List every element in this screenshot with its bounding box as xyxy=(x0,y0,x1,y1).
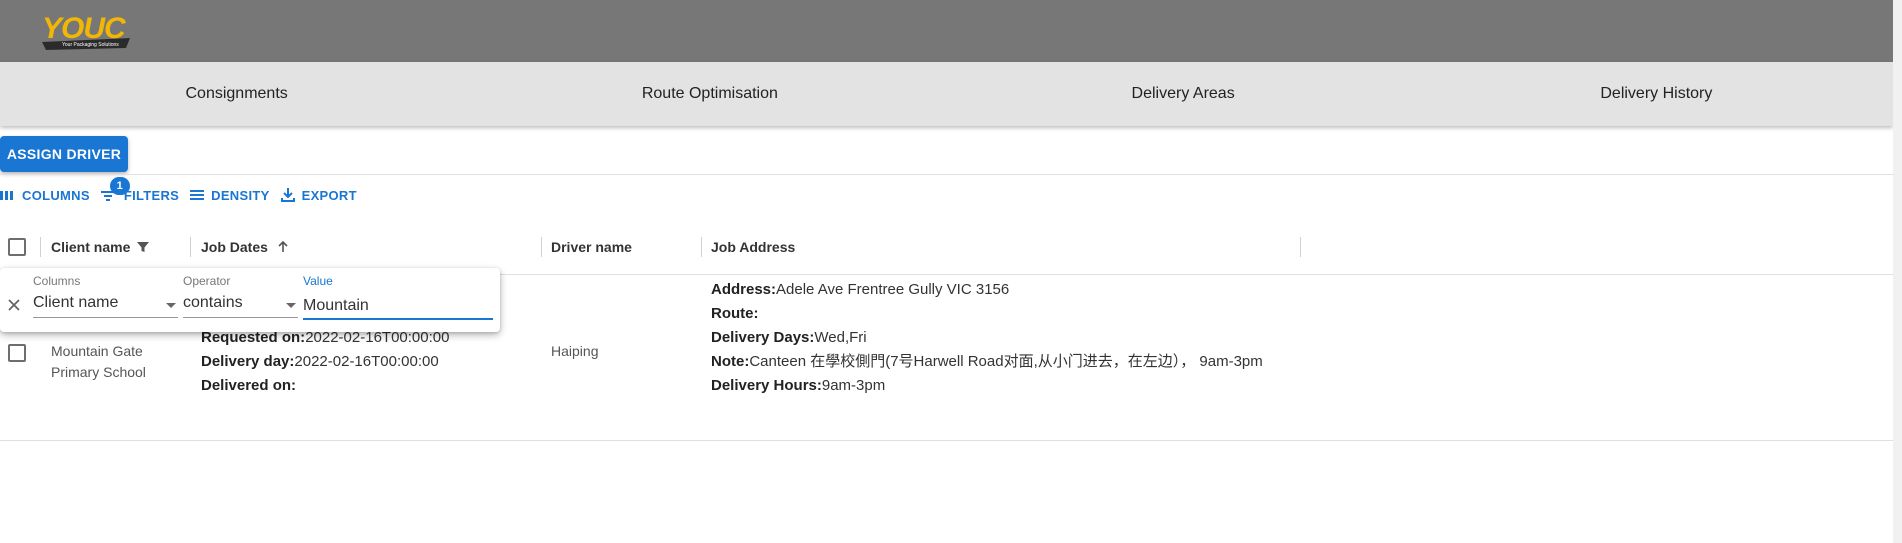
grid-toolbar: COLUMNS 1 FILTERS DENSITY EXPORT xyxy=(0,177,367,207)
delivery-days-label: Delivery Days: xyxy=(711,329,815,346)
arrow-up-sort-icon[interactable] xyxy=(276,240,290,254)
address-value: Adele Ave Frentree Gully VIC 3156 xyxy=(776,281,1010,298)
job-dates-cell: Requested on:2022-02-16T00:00:00 Deliver… xyxy=(201,326,449,398)
delivery-day-line: Delivery day:2022-02-16T00:00:00 xyxy=(201,350,449,374)
column-separator[interactable] xyxy=(701,237,702,257)
filter-operator-field: Operator contains xyxy=(183,274,298,318)
row-select-cell xyxy=(8,344,26,362)
note-value: Canteen 在學校側門(7号Harwell Road对面,从小门进去，在左边… xyxy=(749,353,1263,370)
job-dates-header-label: Job Dates xyxy=(201,239,268,255)
delivery-days-value: Wed,Fri xyxy=(814,329,867,346)
filters-label: FILTERS xyxy=(123,187,180,203)
export-label: EXPORT xyxy=(301,187,357,203)
columns-label: COLUMNS xyxy=(22,187,90,203)
svg-text:YOUC: YOUC xyxy=(42,12,127,45)
note-label: Note: xyxy=(711,353,750,370)
delivered-on-line: Delivered on: xyxy=(201,374,449,398)
client-name-line: Primary School xyxy=(51,364,146,380)
filter-count-badge: 1 xyxy=(109,177,130,195)
filter-value-label: Value xyxy=(303,274,333,288)
delivery-days-line: Delivery Days: Wed,Fri xyxy=(711,326,1281,350)
filter-operator-select[interactable]: contains xyxy=(183,294,298,318)
app-header: YOUC Your Packaging Solutions xyxy=(0,0,1893,62)
column-header-driver-name[interactable]: Driver name xyxy=(551,219,632,275)
client-name-header-label: Client name xyxy=(51,239,131,255)
column-header-job-address[interactable]: Job Address xyxy=(711,219,795,275)
filter-columns-value: Client name xyxy=(33,294,119,311)
delivery-day-label: Delivery day: xyxy=(201,353,295,370)
nav-consignments[interactable]: Consignments xyxy=(0,62,473,126)
client-name-cell: Mountain Gate Primary School xyxy=(51,341,146,383)
density-label: DENSITY xyxy=(211,187,270,203)
filters-button[interactable]: 1 FILTERS xyxy=(100,177,180,203)
filter-columns-label: Columns xyxy=(33,274,81,288)
filter-value-input[interactable] xyxy=(303,294,493,320)
filter-columns-select[interactable]: Client name xyxy=(33,294,178,318)
page-scrollbar[interactable] xyxy=(1893,0,1902,543)
brand-logo[interactable]: YOUC Your Packaging Solutions xyxy=(38,8,134,50)
address-label: Address: xyxy=(711,281,777,298)
job-address-cell: Address: Adele Ave Frentree Gully VIC 315… xyxy=(711,278,1281,398)
nav-delivery-areas[interactable]: Delivery Areas xyxy=(947,62,1420,126)
filter-value-field: Value xyxy=(303,274,493,320)
main-nav: Consignments Route Optimisation Delivery… xyxy=(0,62,1893,126)
address-line: Address: Adele Ave Frentree Gully VIC 315… xyxy=(711,278,1281,302)
svg-text:Your Packaging Solutions: Your Packaging Solutions xyxy=(62,42,119,48)
route-line: Route: xyxy=(711,302,1281,326)
column-header-client-name[interactable]: Client name xyxy=(51,219,150,275)
column-separator[interactable] xyxy=(541,237,542,257)
select-all-cell xyxy=(8,219,26,275)
column-separator[interactable] xyxy=(190,237,191,257)
density-button[interactable]: DENSITY xyxy=(189,187,269,203)
close-icon[interactable] xyxy=(5,296,23,314)
chevron-down-icon xyxy=(286,303,296,308)
filter-active-icon[interactable] xyxy=(136,240,150,254)
columns-icon xyxy=(0,191,13,200)
job-address-header-label: Job Address xyxy=(711,239,796,255)
route-label: Route: xyxy=(711,305,759,322)
select-all-checkbox[interactable] xyxy=(8,238,26,256)
driver-name-cell: Haiping xyxy=(551,343,598,359)
client-name-line: Mountain Gate xyxy=(51,343,143,359)
driver-name-header-label: Driver name xyxy=(551,239,632,255)
row-checkbox[interactable] xyxy=(8,344,26,362)
delivered-on-label: Delivered on: xyxy=(201,377,297,394)
assign-driver-button[interactable]: ASSIGN DRIVER xyxy=(0,136,128,172)
column-header-job-dates[interactable]: Job Dates xyxy=(201,219,290,275)
chevron-down-icon xyxy=(166,303,176,308)
delivery-day-value: 2022-02-16T00:00:00 xyxy=(294,353,439,370)
download-icon xyxy=(280,188,295,202)
filter-operator-label: Operator xyxy=(183,274,231,288)
filter-columns-field: Columns Client name xyxy=(33,274,178,318)
column-separator[interactable] xyxy=(40,237,41,257)
delivery-hours-line: Delivery Hours: 9am-3pm xyxy=(711,374,1281,398)
nav-delivery-history[interactable]: Delivery History xyxy=(1420,62,1893,126)
nav-route-optimisation[interactable]: Route Optimisation xyxy=(473,62,946,126)
column-separator[interactable] xyxy=(1300,237,1301,257)
delivery-hours-label: Delivery Hours: xyxy=(711,377,822,394)
filter-operator-value: contains xyxy=(183,294,243,311)
filter-panel: Columns Client name Operator contains Va… xyxy=(0,268,500,332)
grid-header-row: Client name Job Dates Driver name Job Ad… xyxy=(0,219,1893,275)
delivery-hours-value: 9am-3pm xyxy=(821,377,886,394)
columns-button[interactable]: COLUMNS xyxy=(0,187,90,203)
note-line: Note: Canteen 在學校側門(7号Harwell Road对面,从小门进… xyxy=(711,350,1281,374)
export-button[interactable]: EXPORT xyxy=(280,187,357,203)
density-icon xyxy=(190,190,205,200)
driver-name-value: Haiping xyxy=(551,343,599,359)
